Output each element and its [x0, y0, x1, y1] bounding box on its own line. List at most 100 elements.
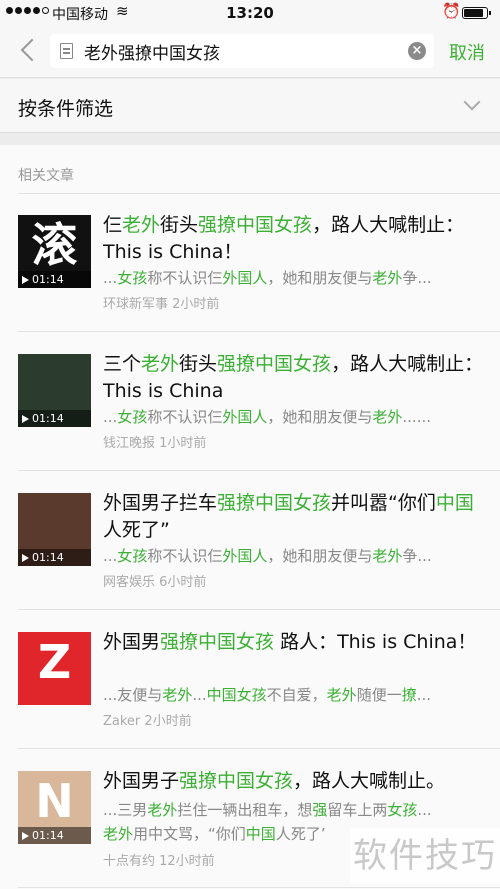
text-run: ...三男 — [103, 801, 148, 819]
text-run: ，她和朋友便与 — [267, 408, 373, 426]
text-run: ... — [417, 801, 432, 819]
article-source: 钱江晚报 — [103, 436, 160, 451]
article-time: 2小时前 — [172, 297, 220, 312]
text-run: ，她和朋友便与 — [267, 547, 373, 565]
highlight-text: 强撩中国女孩 — [160, 631, 275, 653]
article-item[interactable]: 01:14 三个老外街头强撩中国女孩，路人大喊制止：This is China..… — [0, 333, 500, 471]
highlight-text: 女孩 — [117, 547, 148, 565]
status-bar: 中国移动 ≋ 13:20 ⏰ — [0, 0, 500, 26]
text-run: ，她和朋友便与 — [267, 269, 373, 287]
text-run: 称不认识仨 — [147, 408, 223, 426]
article-snippet: ...三男老外拦住一辆出租车，想强留车上两女孩... — [103, 798, 488, 822]
article-meta: 环球新军事 2小时前 — [103, 293, 219, 312]
article-source: Zaker — [103, 714, 145, 729]
article-item[interactable]: Z 外国男强撩中国女孩 路人：This is China！ ...友便与老外...中… — [0, 611, 500, 749]
article-title: 外国男强撩中国女孩 路人：This is China！ — [103, 629, 488, 656]
text-run: 三个 — [103, 353, 142, 375]
article-snippet: ...女孩称不认识仨外国人，她和朋友便与老外争... — [103, 266, 488, 290]
article-search-icon — [60, 43, 73, 59]
text-run: 称不认识仨 — [147, 269, 223, 287]
text-run: 人死了” — [103, 519, 170, 541]
text-run: 并叫嚣“你们 — [331, 492, 436, 514]
article-title: 外国男子强撩中国女孩，路人大喊制止。 — [103, 768, 488, 795]
highlight-text: 老外 — [122, 214, 161, 236]
search-field[interactable]: × — [50, 34, 434, 68]
section-title: 相关文章 — [18, 168, 74, 184]
text-run: ... — [103, 408, 118, 426]
text-run: 争... — [402, 269, 432, 287]
article-thumbnail: 01:14 — [18, 354, 91, 427]
play-icon — [22, 554, 29, 562]
article-snippet: ...友便与老外...中国女孩不自爱，老外随便一撩... — [103, 683, 488, 707]
play-icon — [22, 276, 29, 284]
highlight-text: 外国人 — [222, 408, 268, 426]
article-time: 12小时前 — [159, 854, 215, 869]
text-run: 街头 — [179, 353, 218, 375]
alarm-icon: ⏰ — [442, 2, 461, 20]
video-duration: 01:14 — [18, 549, 91, 566]
text-run: 争... — [402, 547, 432, 565]
article-time: 1小时前 — [159, 436, 207, 451]
results-list: 相关文章 滚 01:14 仨老外街头强撩中国女孩，路人大喊制止：This is Ch… — [0, 145, 500, 889]
filter-label: 按条件筛选 — [18, 98, 114, 120]
highlight-text: 中国 — [435, 492, 474, 514]
article-source: 网客娱乐 — [103, 575, 160, 590]
text-run: 随便一 — [356, 686, 402, 704]
article-meta: 十点有约 12小时前 — [103, 850, 215, 869]
back-icon[interactable] — [18, 36, 40, 66]
search-header: × 取消 — [0, 26, 500, 78]
text-run: 留车上两 — [327, 801, 388, 819]
thumbnail-glyph: Z — [37, 635, 72, 689]
article-item[interactable]: 01:14 外国男子拦车强撩中国女孩并叫嚣“你们中国人死了” ...女孩称不认识仨外… — [0, 472, 500, 610]
text-run: 用中文骂，“你们 — [133, 825, 246, 843]
article-snippet: ...女孩称不认识仨外国人，她和朋友便与老外争... — [103, 544, 488, 568]
article-source: 十点有约 — [103, 854, 160, 869]
highlight-text: 中国女孩 — [206, 686, 267, 704]
highlight-text: 强 — [312, 801, 328, 819]
article-snippet: ...女孩称不认识仨外国人，她和朋友便与老外...... — [103, 405, 488, 429]
text-run: 拦住一辆出租车，想 — [177, 801, 313, 819]
article-meta: 钱江晚报 1小时前 — [103, 432, 206, 451]
text-run: ，路人大喊制止。 — [293, 770, 446, 792]
text-run: ... — [192, 686, 207, 704]
video-duration: 01:14 — [18, 410, 91, 427]
chevron-down-icon[interactable] — [463, 93, 481, 111]
text-run: 街头 — [160, 214, 199, 236]
highlight-text: 外国人 — [222, 269, 268, 287]
play-icon — [22, 415, 29, 423]
divider — [18, 331, 500, 332]
highlight-text: 老外 — [372, 408, 403, 426]
watermark: 软件技巧 — [350, 828, 500, 884]
article-time: 2小时前 — [144, 714, 192, 729]
cancel-button[interactable]: 取消 — [449, 39, 485, 65]
highlight-text: 女孩 — [117, 408, 148, 426]
thumbnail-glyph: 滚 — [31, 218, 78, 272]
highlight-text: 老外 — [147, 801, 178, 819]
clear-icon[interactable]: × — [408, 42, 426, 60]
search-input[interactable] — [84, 34, 404, 68]
filter-row[interactable]: 按条件筛选 — [0, 79, 500, 133]
article-title: 外国男子拦车强撩中国女孩并叫嚣“你们中国人死了” — [103, 490, 488, 544]
video-duration: 01:14 — [18, 827, 91, 844]
article-item[interactable]: 滚 01:14 仨老外街头强撩中国女孩，路人大喊制止：This is China！.… — [0, 194, 500, 332]
article-title: 仨老外街头强撩中国女孩，路人大喊制止：This is China！ — [103, 212, 488, 266]
highlight-text: 中国 — [245, 825, 276, 843]
text-run: 称不认识仨 — [147, 547, 223, 565]
article-thumbnail: N 01:14 — [18, 771, 91, 844]
highlight-text: 老外 — [326, 686, 357, 704]
highlight-text: 女孩 — [117, 269, 148, 287]
clock: 13:20 — [226, 4, 274, 22]
text-run: 路人：This is China！ — [274, 631, 477, 653]
text-run: ...... — [402, 408, 431, 426]
highlight-text: 老外 — [162, 686, 193, 704]
highlight-text: 外国人 — [222, 547, 268, 565]
text-run: ...友便与 — [103, 686, 163, 704]
battery-fill — [464, 9, 483, 17]
highlight-text: 老外 — [372, 547, 403, 565]
play-icon — [22, 832, 29, 840]
divider — [18, 609, 500, 610]
highlight-text: 撩 — [401, 686, 417, 704]
article-meta: Zaker 2小时前 — [103, 710, 192, 729]
article-time: 6小时前 — [159, 575, 207, 590]
article-title: 三个老外街头强撩中国女孩，路人大喊制止：This is China — [103, 351, 488, 405]
